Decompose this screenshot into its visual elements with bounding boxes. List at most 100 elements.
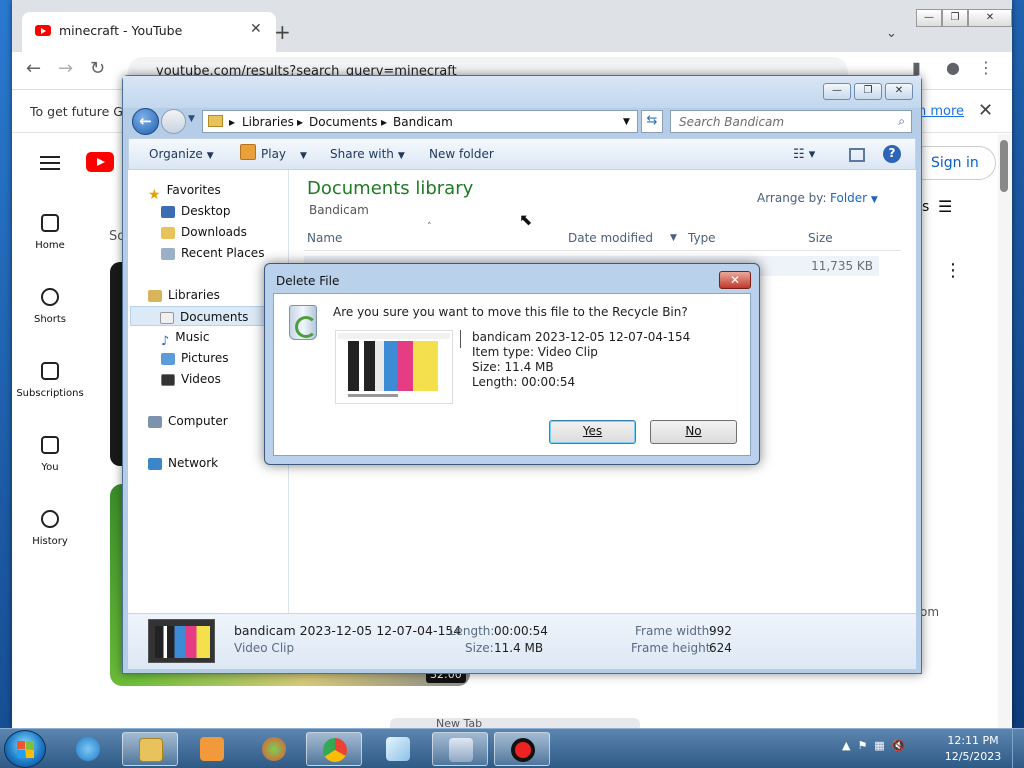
- organize-button[interactable]: Organize ▼: [149, 147, 214, 161]
- back-button[interactable]: ←: [132, 108, 159, 135]
- app-icon: [262, 737, 286, 761]
- arrange-by-dropdown[interactable]: Folder ▼: [830, 191, 878, 205]
- forward-button[interactable]: [161, 109, 186, 134]
- breadcrumb-bandicam[interactable]: Bandicam: [393, 115, 453, 129]
- start-button[interactable]: [4, 730, 46, 768]
- taskbar-osk[interactable]: [432, 732, 488, 766]
- rail-item-history[interactable]: History: [12, 510, 88, 547]
- column-type[interactable]: Type: [688, 231, 716, 245]
- clock[interactable]: 12:11 PM 12/5/2023: [942, 733, 1004, 765]
- explorer-close-button[interactable]: ✕: [885, 83, 913, 100]
- nav-computer[interactable]: Computer: [148, 411, 228, 431]
- side-panel-icon[interactable]: ▮: [912, 60, 921, 76]
- column-name[interactable]: Name: [307, 231, 342, 245]
- nav-libraries[interactable]: Libraries: [148, 285, 220, 305]
- dialog-file-name: bandicam 2023-12-05 12-07-04-154: [472, 330, 691, 344]
- tab-youtube[interactable]: minecraft - YouTube ✕: [22, 12, 276, 52]
- no-label: No: [685, 424, 702, 438]
- no-button[interactable]: No: [650, 420, 737, 444]
- back-arrow-icon[interactable]: ←: [26, 60, 41, 78]
- nav-favorites[interactable]: ★ Favorites: [148, 180, 221, 203]
- taskbar-bandicam[interactable]: [494, 732, 550, 766]
- learn-more-link[interactable]: n more: [918, 104, 964, 119]
- breadcrumb-libraries[interactable]: Libraries: [242, 115, 294, 129]
- column-size[interactable]: Size: [808, 231, 833, 245]
- breadcrumb-separator-icon[interactable]: ▸: [297, 115, 303, 129]
- help-icon[interactable]: ?: [883, 145, 901, 163]
- profile-avatar-icon[interactable]: ●: [946, 60, 960, 76]
- youtube-logo-icon[interactable]: [86, 152, 114, 172]
- search-box[interactable]: Search Bandicam ⌕: [670, 110, 912, 133]
- share-with-button[interactable]: Share with ▼: [330, 147, 405, 161]
- new-folder-button[interactable]: New folder: [429, 147, 494, 161]
- filters-fragment: s: [922, 199, 930, 215]
- network-icon: [148, 457, 162, 470]
- taskbar-media-player[interactable]: [184, 732, 240, 766]
- music-icon: ♪: [161, 333, 170, 349]
- search-icon[interactable]: ⌕: [898, 114, 905, 129]
- nav-videos[interactable]: Videos: [161, 369, 221, 389]
- refresh-icon[interactable]: ⇆: [641, 110, 663, 133]
- organize-label: Organize: [149, 147, 203, 161]
- close-button[interactable]: ✕: [968, 9, 1012, 27]
- tab-search-icon[interactable]: ⌄: [886, 26, 897, 41]
- hamburger-menu-icon[interactable]: [40, 156, 60, 170]
- filters-icon[interactable]: ☰: [938, 197, 952, 216]
- details-file-name: bandicam 2023-12-05 12-07-04-154: [234, 623, 462, 638]
- breadcrumb-documents[interactable]: Documents: [309, 115, 377, 129]
- nav-label: Music: [175, 330, 210, 344]
- nav-label: Computer: [168, 414, 228, 428]
- scrollbar-thumb[interactable]: [1000, 140, 1008, 192]
- explorer-minimize-button[interactable]: —: [823, 83, 851, 100]
- show-desktop-button[interactable]: [1012, 729, 1024, 768]
- taskbar-internet-explorer[interactable]: [60, 732, 116, 766]
- more-actions-icon[interactable]: ⋮: [944, 260, 962, 281]
- taskbar-explorer[interactable]: [122, 732, 178, 766]
- nav-network[interactable]: Network: [148, 453, 218, 473]
- explorer-nav-bar: ← ▼ ▸ Libraries ▸ Documents ▸ Bandicam ▼…: [123, 106, 921, 136]
- rail-item-you[interactable]: You: [12, 436, 88, 473]
- dialog-size: Size: 11.4 MB: [472, 360, 554, 374]
- address-breadcrumb[interactable]: ▸ Libraries ▸ Documents ▸ Bandicam ▼: [202, 110, 638, 133]
- chevron-down-icon[interactable]: ▼: [670, 233, 677, 243]
- nav-downloads[interactable]: Downloads: [161, 222, 247, 242]
- chevron-down-icon: ▼: [206, 151, 214, 161]
- shorts-icon: [41, 288, 59, 306]
- nav-music[interactable]: ♪ Music: [161, 327, 210, 349]
- maximize-button[interactable]: ❐: [942, 9, 968, 27]
- play-button[interactable]: Play ▼: [261, 147, 307, 161]
- reload-icon[interactable]: ↻: [90, 60, 105, 78]
- page-scrollbar[interactable]: [998, 134, 1012, 728]
- address-dropdown-icon[interactable]: ▼: [623, 117, 630, 127]
- yes-button[interactable]: Yes: [549, 420, 636, 444]
- nav-desktop[interactable]: Desktop: [161, 201, 231, 221]
- arrange-value: Folder: [830, 191, 868, 205]
- preview-pane-icon[interactable]: [849, 148, 865, 162]
- tray-icons[interactable]: ▲ ⚑ ▦ 🔇: [842, 739, 905, 752]
- nav-documents[interactable]: Documents: [130, 306, 286, 326]
- explorer-maximize-button[interactable]: ❐: [854, 83, 882, 100]
- info-bar-close-icon[interactable]: ✕: [978, 100, 993, 121]
- library-title: Documents library: [307, 178, 474, 199]
- taskbar-chrome[interactable]: [306, 732, 362, 766]
- view-options-icon[interactable]: ☷ ▾: [793, 147, 815, 162]
- menu-dots-icon[interactable]: ⋮: [978, 60, 994, 76]
- play-label: Play: [261, 147, 287, 161]
- rail-item-shorts[interactable]: Shorts: [12, 288, 88, 325]
- forward-arrow-icon[interactable]: →: [58, 60, 73, 78]
- nav-pictures[interactable]: Pictures: [161, 348, 229, 368]
- dialog-close-button[interactable]: ✕: [719, 271, 751, 289]
- breadcrumb-separator-icon[interactable]: ▸: [229, 115, 235, 129]
- breadcrumb-separator-icon[interactable]: ▸: [381, 115, 387, 129]
- taskbar-app[interactable]: [246, 732, 302, 766]
- taskbar-notepad[interactable]: [370, 732, 426, 766]
- nav-label: Pictures: [181, 351, 229, 365]
- new-tab-button[interactable]: +: [274, 22, 291, 42]
- rail-item-home[interactable]: Home: [12, 214, 88, 251]
- column-date-modified[interactable]: Date modified: [568, 231, 653, 245]
- recent-pages-dropdown-icon[interactable]: ▼: [188, 114, 195, 124]
- nav-recent-places[interactable]: Recent Places: [161, 243, 264, 263]
- minimize-button[interactable]: —: [916, 9, 942, 27]
- tab-close-button[interactable]: ✕: [250, 21, 262, 37]
- rail-item-subscriptions[interactable]: Subscriptions: [12, 362, 88, 399]
